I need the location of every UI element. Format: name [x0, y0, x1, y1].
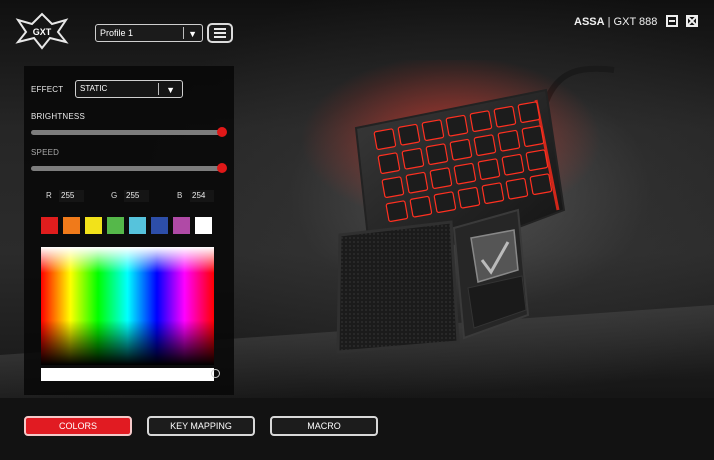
keypad-key: [517, 101, 541, 124]
blue-value-input[interactable]: 254: [190, 190, 214, 202]
keypad-key: [377, 152, 401, 175]
dropdown-divider: [183, 27, 184, 39]
keypad-key: [373, 128, 397, 151]
lighting-panel: EFFECT STATIC ▼ BRIGHTNESS SPEED R 255 G…: [24, 66, 234, 395]
keypad-key: [429, 167, 453, 190]
effect-dropdown-value: STATIC: [80, 84, 108, 93]
gxt-logo-icon: GXT: [15, 12, 69, 50]
color-swatch[interactable]: [129, 217, 146, 234]
keypad-key: [453, 162, 477, 185]
close-icon: [688, 17, 696, 25]
keypad-key: [425, 143, 449, 166]
blue-label: B: [177, 191, 183, 200]
lightness-handle[interactable]: [211, 369, 220, 378]
keypad-key: [401, 147, 425, 170]
keypad-key: [473, 134, 497, 157]
brightness-label: BRIGHTNESS: [31, 112, 86, 121]
keypad-key: [397, 123, 421, 146]
dropdown-divider: [158, 83, 159, 95]
lightness-bar[interactable]: [41, 368, 214, 381]
chevron-down-icon: ▼: [188, 29, 197, 39]
minimize-icon: [669, 20, 675, 22]
color-swatch[interactable]: [195, 217, 212, 234]
color-swatch[interactable]: [151, 217, 168, 234]
tab-colors[interactable]: COLORS: [24, 416, 132, 436]
device-name: ASSA: [574, 16, 605, 28]
app-window: GXT Profile 1 ▼ ASSA | GXT 888 EFFECT ST…: [0, 0, 714, 460]
green-value-input[interactable]: 255: [124, 190, 149, 202]
device-separator: |: [607, 16, 611, 28]
keypad-key: [405, 171, 429, 194]
effect-label: EFFECT: [31, 85, 64, 94]
keypad-key: [501, 153, 525, 176]
color-swatch[interactable]: [107, 217, 124, 234]
menu-button[interactable]: [207, 23, 233, 43]
profile-dropdown-value: Profile 1: [100, 28, 134, 38]
keypad-key: [477, 158, 501, 181]
device-model: GXT 888: [613, 16, 658, 28]
logo-text: GXT: [33, 27, 52, 37]
color-swatch[interactable]: [173, 217, 190, 234]
close-button[interactable]: [686, 15, 698, 27]
device-title: ASSA | GXT 888: [574, 16, 657, 28]
chevron-down-icon: ▼: [166, 85, 175, 95]
effect-dropdown[interactable]: STATIC ▼: [75, 80, 183, 98]
speed-slider-handle[interactable]: [217, 163, 227, 173]
speed-slider[interactable]: [31, 163, 227, 173]
color-spectrum-picker[interactable]: [41, 247, 214, 365]
keypad-key: [381, 176, 405, 199]
green-label: G: [111, 191, 118, 200]
keypad-key: [433, 191, 457, 214]
red-value-input[interactable]: 255: [59, 190, 84, 202]
keypad-key: [445, 114, 469, 137]
keypad-key: [421, 119, 445, 142]
profile-dropdown[interactable]: Profile 1 ▼: [95, 24, 203, 42]
keypad-key: [525, 149, 549, 172]
speed-label: SPEED: [31, 148, 60, 157]
color-swatch[interactable]: [63, 217, 80, 234]
keypad-key: [457, 186, 481, 209]
minimize-button[interactable]: [666, 15, 678, 27]
color-swatch[interactable]: [85, 217, 102, 234]
keypad-key: [529, 173, 553, 196]
keypad-key: [497, 129, 521, 152]
brightness-slider[interactable]: [31, 127, 227, 137]
tab-key-mapping[interactable]: KEY MAPPING: [147, 416, 255, 436]
keypad-key: [521, 125, 545, 148]
hamburger-icon: [214, 28, 226, 30]
color-swatch[interactable]: [41, 217, 58, 234]
keypad-product-image: [301, 60, 615, 354]
keypad-key: [385, 200, 409, 223]
brightness-slider-handle[interactable]: [217, 127, 227, 137]
keypad-key: [505, 177, 529, 200]
keypad-key: [409, 195, 433, 218]
keypad-key: [469, 110, 493, 133]
hamburger-icon: [214, 32, 226, 34]
keypad-key: [481, 182, 505, 205]
keypad-key: [493, 105, 517, 128]
hamburger-icon: [214, 36, 226, 38]
tab-macro[interactable]: MACRO: [270, 416, 378, 436]
red-label: R: [46, 191, 52, 200]
keypad-key: [449, 138, 473, 161]
